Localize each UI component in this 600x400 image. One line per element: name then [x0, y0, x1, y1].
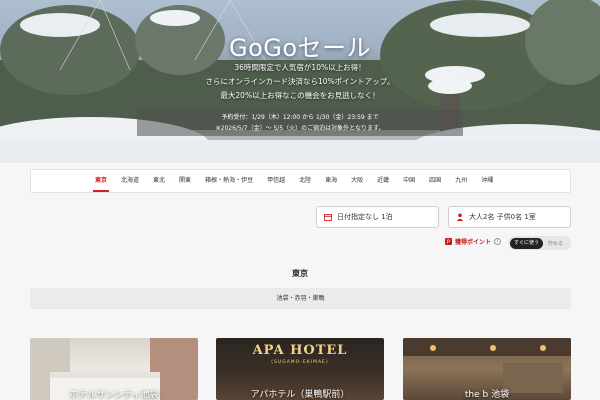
tab-region[interactable]: 近畿 [377, 169, 389, 193]
hero-title: GoGoセール [228, 34, 372, 62]
hotel-sign-sub: 〈SUGAMO-EKIMAE〉 [268, 360, 332, 365]
sale-period-box: 予約受付：1/29（木）12:00 から 1/30（金）23:59 まで ※20… [137, 110, 463, 136]
tab-region[interactable]: 東海 [325, 169, 337, 193]
sale-period-2: ※2026/5/7（金）〜 5/5（火）のご宿泊は対象外となります。 [215, 125, 385, 132]
tab-region[interactable]: 箱根・熱海・伊豆 [205, 169, 253, 193]
tab-region[interactable]: 北海道 [121, 169, 139, 193]
tab-region[interactable]: 東京 [92, 169, 110, 193]
hotel-card[interactable]: the b 池袋 [403, 338, 571, 400]
hotel-card[interactable]: ホテルサンシティ池袋 [30, 338, 198, 400]
hotel-name: the b 池袋 [464, 390, 510, 400]
date-picker-field[interactable]: 日付指定なし 1泊 [316, 206, 439, 228]
hero-banner: GoGoセール 36時間限定で人気宿が10%以上お得！ さらにオンラインカード決… [0, 0, 600, 163]
person-icon [456, 213, 464, 221]
section-title: 東京 [292, 269, 308, 278]
tab-region[interactable]: 東北 [153, 169, 165, 193]
points-label: 獲得ポイント [455, 239, 492, 246]
region-tabs: 東京 北海道 東北 関東 箱根・熱海・伊豆 甲信越 北陸 東海 大阪 近畿 中国 四国 九州 沖縄 [30, 169, 571, 193]
svg-text:P: P [447, 240, 450, 245]
toggle-use-now[interactable]: すぐに使う [510, 237, 544, 249]
tab-region[interactable]: 四国 [429, 169, 441, 193]
hero-line-2: さらにオンラインカード決済なら10%ポイントアップ。 [205, 77, 395, 86]
points-icon: P [445, 238, 452, 245]
hero-line-3: 最大20%以上お得なこの機会をお見逃しなく！ [220, 91, 380, 100]
toggle-save[interactable]: 貯める [548, 240, 563, 247]
guest-picker-field[interactable]: 大人2名 子供0名 1室 [448, 206, 571, 228]
tab-region[interactable]: 中国 [403, 169, 415, 193]
hotel-name: ホテルサンシティ池袋 [69, 390, 159, 400]
tab-region[interactable]: 沖縄 [481, 169, 493, 193]
sale-period-1: 予約受付：1/29（木）12:00 から 1/30（金）23:59 まで [221, 114, 379, 121]
info-icon[interactable]: i [494, 238, 502, 245]
points-indicator: P 獲得ポイント i [445, 237, 502, 246]
hotel-card[interactable]: APA HOTEL 〈SUGAMO-EKIMAE〉 アパホテル（巣鴨駅前） [216, 338, 384, 400]
hotel-name: アパホテル（巣鴨駅前） [250, 390, 350, 400]
tab-region[interactable]: 北陸 [299, 169, 311, 193]
hotel-sign: APA HOTEL [252, 343, 348, 358]
tab-region[interactable]: 九州 [455, 169, 467, 193]
tab-region[interactable]: 関東 [179, 169, 191, 193]
calendar-icon [324, 214, 332, 221]
tab-region[interactable]: 大阪 [351, 169, 363, 193]
area-subheader[interactable]: 池袋・赤羽・巣鴨 [30, 288, 571, 309]
tab-region[interactable]: 甲信越 [267, 169, 285, 193]
points-usage-toggle[interactable]: すぐに使う 貯める [508, 236, 571, 250]
guest-picker-label: 大人2名 子供0名 1室 [469, 213, 536, 221]
date-picker-label: 日付指定なし 1泊 [337, 213, 393, 221]
hero-line-1: 36時間限定で人気宿が10%以上お得！ [234, 63, 366, 72]
